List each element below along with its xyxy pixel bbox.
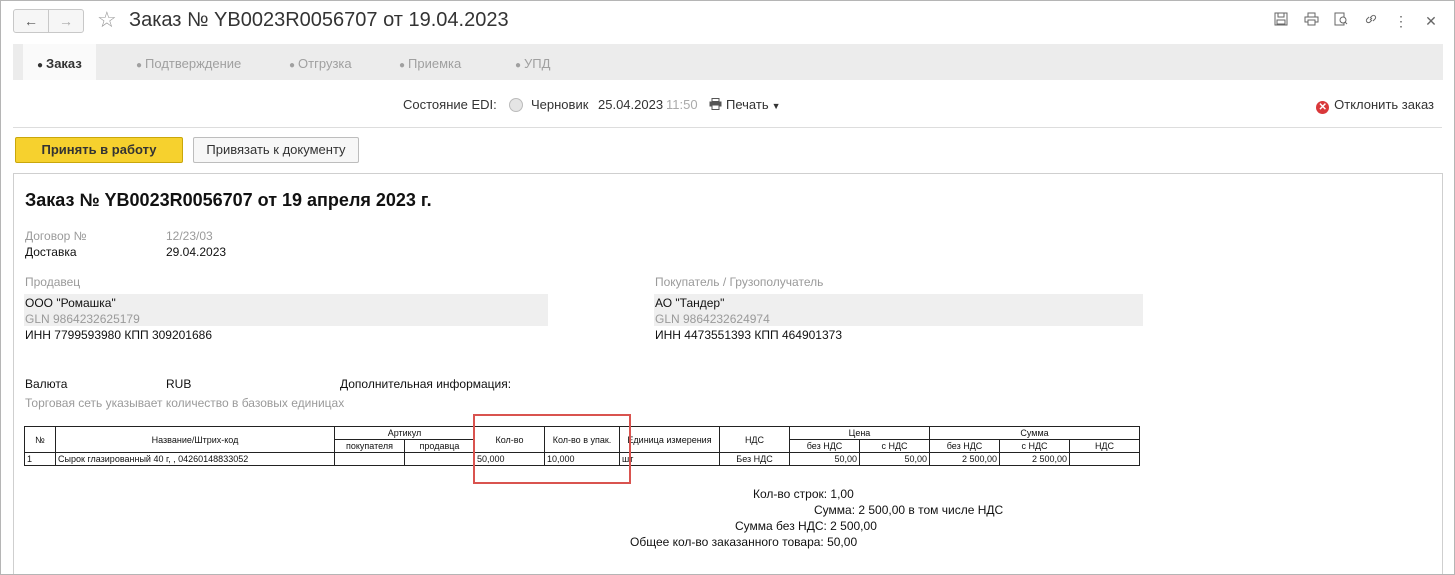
tab-label: Отгрузка bbox=[298, 56, 352, 71]
cell-price-vat: 50,00 bbox=[859, 452, 930, 466]
contract-label: Договор № bbox=[25, 229, 87, 243]
contract-value: 12/23/03 bbox=[166, 229, 213, 243]
tab-label: Заказ bbox=[46, 56, 82, 71]
edi-status: Черновик bbox=[531, 97, 589, 112]
back-button[interactable]: ← bbox=[13, 9, 49, 33]
col-header-article-seller: продавца bbox=[404, 439, 475, 453]
preview-icon[interactable] bbox=[1330, 10, 1352, 32]
total-sum: Сумма: 2 500,00 в том числе НДС bbox=[814, 503, 1004, 517]
seller-name: ООО "Ромашка" bbox=[25, 296, 116, 310]
forward-button[interactable]: → bbox=[48, 9, 84, 33]
document-title: Заказ № YB0023R0056707 от 19 апреля 2023… bbox=[25, 190, 432, 210]
tab-bar: ● Заказ ● Подтверждение ● Отгрузка ● Приемка… bbox=[13, 44, 1443, 80]
col-header-sum: Сумма bbox=[929, 426, 1140, 440]
tab-label: УПД bbox=[524, 56, 551, 71]
close-icon[interactable]: ✕ bbox=[1420, 10, 1442, 32]
cell-price-novat: 50,00 bbox=[789, 452, 860, 466]
total-rows-count: Кол-во строк: 1,00 bbox=[753, 487, 854, 501]
tab-shipment[interactable]: ● Отгрузка bbox=[275, 44, 366, 80]
buyer-name: АО "Тандер" bbox=[655, 296, 725, 310]
window-title: Заказ № YB0023R0056707 от 19.04.2023 bbox=[129, 9, 509, 31]
dropdown-caret-icon: ▼ bbox=[771, 101, 781, 111]
save-icon[interactable] bbox=[1270, 10, 1292, 32]
printer-icon bbox=[709, 98, 722, 110]
total-sum-novat: Сумма без НДС: 2 500,00 bbox=[735, 519, 877, 533]
delivery-label: Доставка bbox=[25, 245, 77, 259]
col-header-name: Название/Штрих-код bbox=[55, 426, 335, 453]
favorite-star-icon[interactable]: ☆ bbox=[97, 7, 117, 33]
col-header-sum-vatamt: НДС bbox=[1069, 439, 1140, 453]
cell-sum-vat: 2 500,00 bbox=[999, 452, 1070, 466]
divider bbox=[13, 127, 1442, 128]
col-header-article: Артикул bbox=[334, 426, 475, 440]
col-header-price-novat: без НДС bbox=[789, 439, 860, 453]
edi-time: 11:50 bbox=[666, 97, 698, 112]
title-bar: ← → ☆ Заказ № YB0023R0056707 от 19.04.20… bbox=[1, 1, 1454, 41]
col-header-unit: Единица измерения bbox=[619, 426, 720, 453]
extra-info-label: Дополнительная информация: bbox=[340, 377, 512, 391]
cell-unit: шт bbox=[619, 452, 720, 466]
reject-icon: ✕ bbox=[1316, 101, 1330, 114]
cell-sum-novat: 2 500,00 bbox=[929, 452, 1000, 466]
col-header-num: № bbox=[24, 426, 56, 453]
col-header-price: Цена bbox=[789, 426, 930, 440]
edi-label: Состояние EDI: bbox=[403, 97, 497, 112]
print-icon[interactable] bbox=[1300, 10, 1322, 32]
print-menu-button[interactable]: Печать ▼ bbox=[709, 97, 781, 112]
cell-vat: Без НДС bbox=[719, 452, 790, 466]
reject-label: Отклонить заказ bbox=[1334, 97, 1434, 112]
more-icon[interactable]: ⋮ bbox=[1390, 10, 1412, 32]
reject-order-button[interactable]: ✕ Отклонить заказ bbox=[1316, 97, 1434, 114]
buyer-gln: GLN 9864232624974 bbox=[655, 312, 770, 326]
status-indicator-icon bbox=[509, 98, 523, 112]
tab-acceptance[interactable]: ● Приемка bbox=[385, 44, 475, 80]
tab-order[interactable]: ● Заказ bbox=[23, 44, 96, 80]
currency-label: Валюта bbox=[25, 377, 68, 391]
cell-article-seller bbox=[404, 452, 475, 466]
tab-label: Приемка bbox=[408, 56, 462, 71]
seller-inn: ИНН 7799593980 КПП 309201686 bbox=[25, 328, 213, 342]
document-window: ← → ☆ Заказ № YB0023R0056707 от 19.04.20… bbox=[0, 0, 1455, 575]
delivery-value: 29.04.2023 bbox=[166, 245, 227, 259]
window-toolbar: ⋮ ✕ bbox=[1270, 10, 1442, 32]
edi-date: 25.04.2023 bbox=[598, 97, 664, 112]
link-icon[interactable] bbox=[1360, 10, 1382, 32]
tab-upd[interactable]: ● УПД bbox=[501, 44, 564, 80]
cell-name: Сырок глазированный 40 г, , 042601488330… bbox=[55, 452, 335, 466]
bind-document-button[interactable]: Привязать к документу bbox=[193, 137, 359, 163]
col-header-sum-novat: без НДС bbox=[929, 439, 1000, 453]
seller-heading: Продавец bbox=[25, 275, 81, 289]
print-label: Печать bbox=[726, 97, 769, 112]
buyer-inn: ИНН 4473551393 КПП 464901373 bbox=[655, 328, 843, 342]
note: Торговая сеть указывает количество в баз… bbox=[25, 396, 345, 410]
col-header-article-buyer: покупателя bbox=[334, 439, 405, 453]
seller-gln: GLN 9864232625179 bbox=[25, 312, 140, 326]
highlight-annotation bbox=[473, 414, 631, 484]
col-header-price-vat: с НДС bbox=[859, 439, 930, 453]
cell-article-buyer bbox=[334, 452, 405, 466]
printed-document: Заказ № YB0023R0056707 от 19 апреля 2023… bbox=[13, 173, 1443, 574]
tab-confirmation[interactable]: ● Подтверждение bbox=[122, 44, 255, 80]
tab-label: Подтверждение bbox=[145, 56, 242, 71]
col-header-sum-vat: с НДС bbox=[999, 439, 1070, 453]
buyer-heading: Покупатель / Грузополучатель bbox=[655, 275, 824, 289]
accept-button[interactable]: Принять в работу bbox=[15, 137, 183, 163]
col-header-vat: НДС bbox=[719, 426, 790, 453]
currency-value: RUB bbox=[166, 377, 192, 391]
total-qty: Общее кол-во заказанного товара: 50,00 bbox=[630, 535, 858, 549]
cell-num: 1 bbox=[24, 452, 56, 466]
cell-sum-vatamt bbox=[1069, 452, 1140, 466]
edi-status-row: Состояние EDI: Черновик 25.04.2023 11:50… bbox=[1, 95, 1454, 115]
